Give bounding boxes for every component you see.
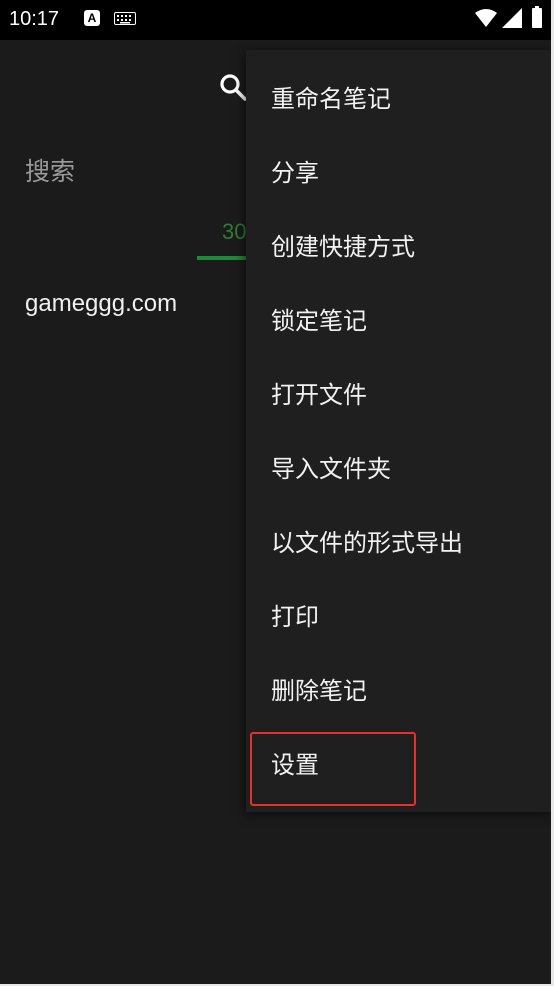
menu-item-print[interactable]: 打印 [246, 580, 546, 654]
wifi-icon [475, 9, 497, 27]
keyboard-icon [114, 12, 136, 25]
menu-item-rename-note[interactable]: 重命名笔记 [246, 62, 546, 136]
signal-icon [502, 8, 522, 28]
menu-item-import-folder[interactable]: 导入文件夹 [246, 432, 546, 506]
menu-item-lock-note[interactable]: 锁定笔记 [246, 284, 546, 358]
note-list-item[interactable]: gameggg.com [25, 288, 177, 320]
menu-item-settings[interactable]: 设置 [246, 728, 546, 802]
app-screen: 10:17 A 搜索 30 gameggg.com 重命名笔记 分享 创建快捷方 [0, 0, 554, 986]
menu-item-share[interactable]: 分享 [246, 136, 546, 210]
search-icon[interactable] [218, 72, 248, 102]
status-time: 10:17 [9, 8, 60, 30]
a-notification-icon: A [84, 10, 100, 26]
menu-item-create-shortcut[interactable]: 创建快捷方式 [246, 210, 546, 284]
battery-icon [532, 6, 542, 28]
tab-indicator [197, 256, 247, 260]
tab-label[interactable]: 30 [222, 218, 248, 246]
menu-item-delete-note[interactable]: 删除笔记 [246, 654, 546, 728]
menu-item-open-file[interactable]: 打开文件 [246, 358, 546, 432]
search-field[interactable]: 搜索 [25, 156, 75, 188]
menu-item-export-as-file[interactable]: 以文件的形式导出 [246, 506, 546, 580]
status-bar: 10:17 A [0, 0, 554, 40]
overflow-menu: 重命名笔记 分享 创建快捷方式 锁定笔记 打开文件 导入文件夹 以文件的形式导出… [246, 50, 554, 812]
